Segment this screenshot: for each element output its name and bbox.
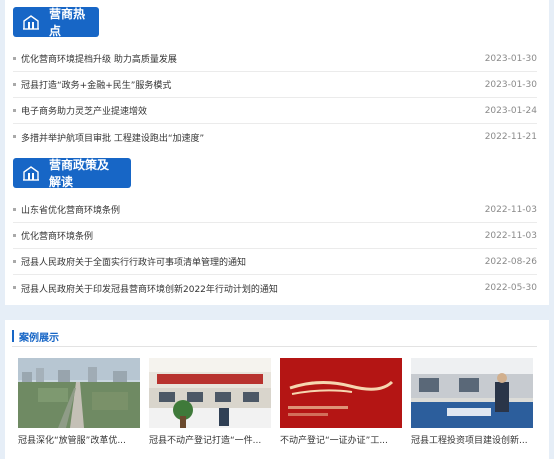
hot-news-list: 优化营商环境提档升级 助力高质量发展 2023-01-30 冠县打造“政务+金融+… <box>13 46 537 150</box>
case-caption[interactable]: 冠县不动产登记打造“一件... <box>149 433 271 446</box>
list-item[interactable]: 山东省优化营商环境条例 2022-11-03 <box>13 197 537 223</box>
news-title-link[interactable]: 电子商务助力灵芝产业提速增效 <box>21 104 481 117</box>
bullet-icon <box>13 135 16 138</box>
policy-title-link[interactable]: 山东省优化营商环境条例 <box>21 203 481 216</box>
counter-service-photo[interactable] <box>411 358 533 428</box>
bullet-icon <box>13 57 16 60</box>
cases-heading: 案例展示 <box>12 329 59 344</box>
policy-date: 2022-11-03 <box>484 230 537 241</box>
bullet-icon <box>13 286 16 289</box>
policy-date: 2022-11-03 <box>484 204 537 215</box>
list-item[interactable]: 优化营商环境条例 2022-11-03 <box>13 223 537 249</box>
list-item[interactable]: 电子商务助力灵芝产业提速增效 2023-01-24 <box>13 98 537 124</box>
bullet-icon <box>13 234 16 237</box>
policy-list: 山东省优化营商环境条例 2022-11-03 优化营商环境条例 2022-11-03… <box>13 197 537 301</box>
policy-date: 2022-08-26 <box>484 256 537 267</box>
divider <box>12 346 537 347</box>
list-item[interactable]: 冠县人民政府关于全面实行行政许可事项清单管理的通知 2022-08-26 <box>13 249 537 275</box>
case-card[interactable]: 冠县深化“放管服”改革优... <box>18 358 140 446</box>
policy-title-link[interactable]: 优化营商环境条例 <box>21 229 481 242</box>
section-policy-button[interactable]: 营商政策及解读 <box>13 158 131 189</box>
section-hot-button[interactable]: 营商热点 <box>13 7 99 38</box>
list-item[interactable]: 冠县打造“政务+金融+民生”服务模式 2023-01-30 <box>13 72 537 98</box>
case-caption[interactable]: 冠县深化“放管服”改革优... <box>18 433 140 446</box>
section-hot-title: 营商热点 <box>49 7 86 38</box>
case-caption[interactable]: 冠县工程投资项目建设创新... <box>411 433 533 446</box>
bullet-icon <box>13 83 16 86</box>
case-card[interactable]: 不动产登记“一证办证”工... <box>280 358 402 446</box>
bullet-icon <box>13 260 16 263</box>
news-title-link[interactable]: 冠县打造“政务+金融+民生”服务模式 <box>21 78 481 91</box>
cases-title: 案例展示 <box>19 332 59 344</box>
list-item[interactable]: 多措并举护航项目审批 工程建设跑出“加速度” 2022-11-21 <box>13 124 537 150</box>
section-policy-title: 营商政策及解读 <box>49 158 110 189</box>
policy-title-link[interactable]: 冠县人民政府关于印发冠县营商环境创新2022年行动计划的通知 <box>21 282 481 295</box>
case-card[interactable]: 冠县不动产登记打造“一件... <box>149 358 271 446</box>
case-card[interactable]: 冠县工程投资项目建设创新... <box>411 358 533 446</box>
policy-date: 2022-05-30 <box>484 283 537 293</box>
service-hall-photo[interactable] <box>149 358 271 428</box>
building-icon <box>22 164 40 182</box>
bullet-icon <box>13 208 16 211</box>
case-caption[interactable]: 不动产登记“一证办证”工... <box>280 433 402 446</box>
list-item[interactable]: 优化营商环境提档升级 助力高质量发展 2023-01-30 <box>13 46 537 72</box>
news-title-link[interactable]: 优化营商环境提档升级 助力高质量发展 <box>21 52 481 65</box>
city-aerial-photo[interactable] <box>18 358 140 428</box>
bullet-icon <box>13 109 16 112</box>
news-date: 2022-11-21 <box>484 132 537 142</box>
news-date: 2023-01-30 <box>484 53 537 64</box>
building-icon <box>22 13 40 31</box>
policy-title-link[interactable]: 冠县人民政府关于全面实行行政许可事项清单管理的通知 <box>21 255 481 268</box>
red-banner-photo[interactable] <box>280 358 402 428</box>
heading-bar <box>12 330 14 342</box>
case-cards: 冠县深化“放管服”改革优... 冠县不动产登记打造“一件... 不动产登记“一证… <box>18 358 533 446</box>
news-date: 2023-01-24 <box>484 105 537 116</box>
news-title-link[interactable]: 多措并举护航项目审批 工程建设跑出“加速度” <box>21 131 481 144</box>
list-item[interactable]: 冠县人民政府关于印发冠县营商环境创新2022年行动计划的通知 2022-05-30 <box>13 275 537 301</box>
news-date: 2023-01-30 <box>484 79 537 90</box>
